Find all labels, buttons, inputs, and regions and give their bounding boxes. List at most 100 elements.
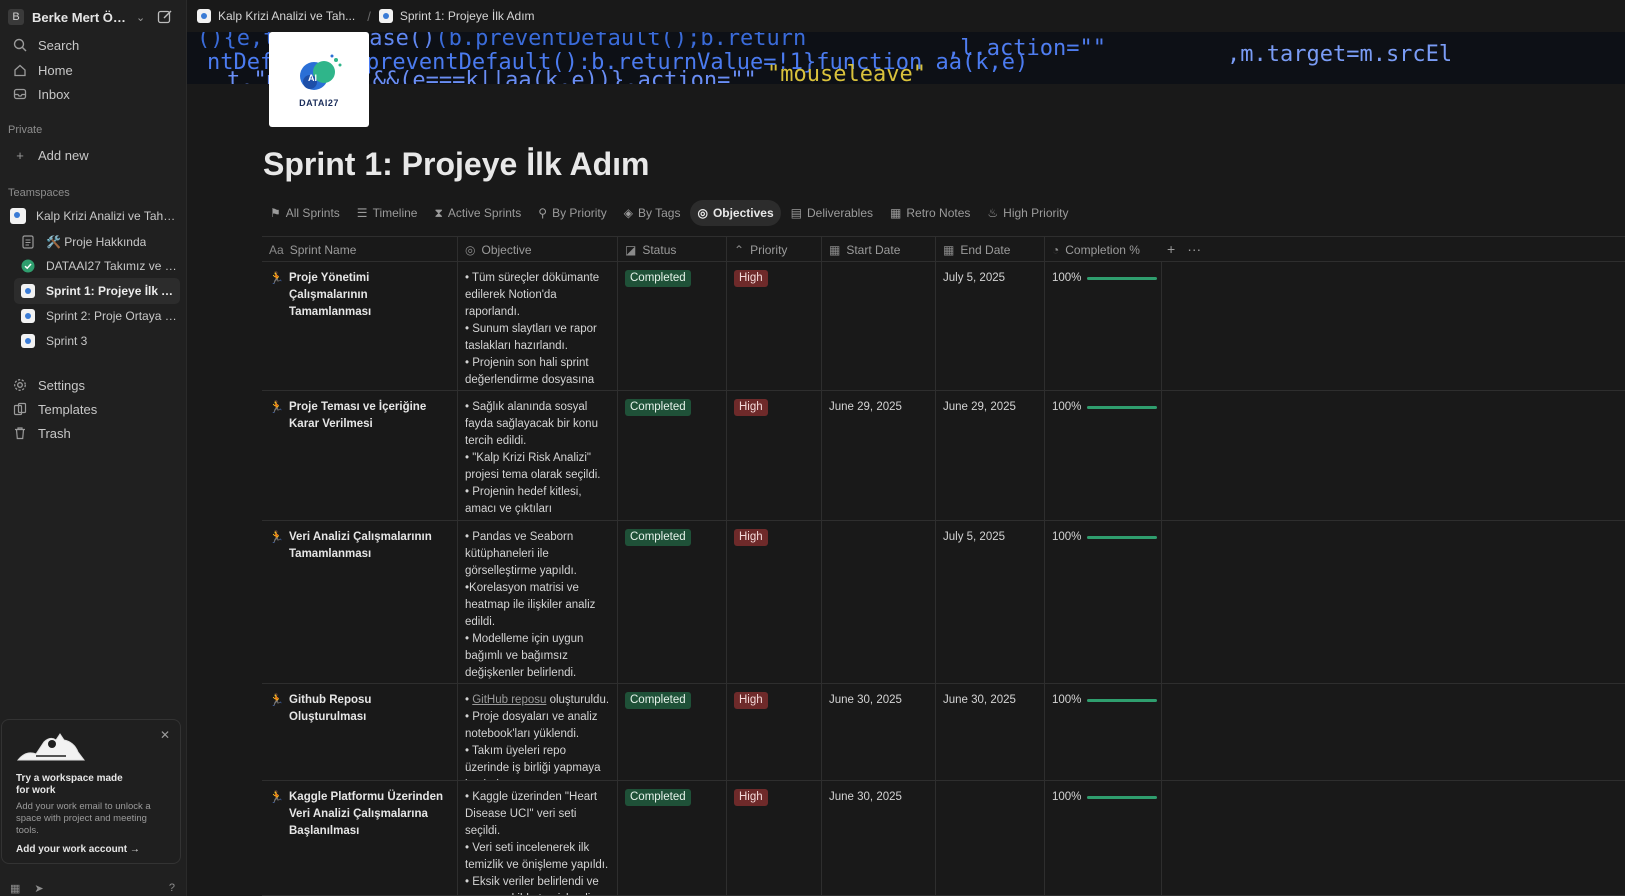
- objective-cell[interactable]: • GitHub reposu oluşturuldu. • Proje dos…: [458, 684, 618, 780]
- breadcrumb-parent[interactable]: Kalp Krizi Analizi ve Tah...: [197, 9, 355, 23]
- objective-cell[interactable]: • Sağlık alanında sosyal fayda sağlayaca…: [458, 391, 618, 520]
- end-date-cell[interactable]: July 5, 2025: [936, 521, 1045, 683]
- tab-by-priority[interactable]: ⚲ By Priority: [531, 200, 613, 226]
- sprint-name-cell[interactable]: 🏃 Veri Analizi Çalışmalarının Tamamlanmas…: [262, 521, 458, 683]
- completion-progress-fill: [1087, 277, 1158, 280]
- end-date-cell[interactable]: July 5, 2025: [936, 262, 1045, 390]
- tab-retro-notes[interactable]: ▦ Retro Notes: [883, 200, 977, 226]
- start-date-cell[interactable]: June 30, 2025: [822, 684, 936, 780]
- table-row[interactable]: 🏃 Kaggle Platformu Üzerinden Veri Analizi…: [262, 781, 1625, 896]
- workspace-switcher[interactable]: B Berke Mert Öztür... ⌄: [8, 6, 178, 28]
- chevron-down-icon[interactable]: ⌄: [136, 11, 145, 24]
- close-icon[interactable]: ✕: [160, 728, 170, 742]
- sprint-name-cell[interactable]: 🏃 Github Reposu Oluşturulması: [262, 684, 458, 780]
- column-label: Completion %: [1065, 242, 1140, 257]
- workspace-promo-card: ✕ Try a workspace made for work Add your…: [1, 719, 181, 864]
- page-icon-logo[interactable]: AI DATAI27: [269, 32, 369, 127]
- add-work-account-link[interactable]: Add your work account →: [16, 844, 140, 855]
- send-icon[interactable]: ➤: [34, 882, 43, 896]
- promo-illustration: [16, 733, 85, 761]
- add-new-button[interactable]: + Add new: [6, 142, 180, 168]
- workspace-name: Berke Mert Öztür...: [32, 9, 130, 25]
- sidebar-item-settings[interactable]: Settings: [6, 372, 180, 398]
- completion-cell[interactable]: 100%: [1045, 391, 1162, 520]
- sidebar-item-proje-hakkinda[interactable]: 🛠️ Proje Hakkında: [14, 229, 180, 255]
- status-cell[interactable]: Completed: [618, 684, 727, 780]
- column-header-end-date[interactable]: ▦ End Date: [936, 237, 1045, 262]
- table-row[interactable]: 🏃 Proje Yönetimi Çalışmalarının Tamamlanm…: [262, 262, 1625, 391]
- sidebar-item-home[interactable]: Home: [6, 57, 180, 83]
- sidebar-item-label: DATAAI27 Takımız ve Gör...: [46, 259, 180, 273]
- priority-cell[interactable]: High: [727, 391, 822, 520]
- start-date-cell[interactable]: [822, 262, 936, 390]
- column-header-start-date[interactable]: ▦ Start Date: [822, 237, 936, 262]
- objective-cell[interactable]: • Pandas ve Seaborn kütüphaneleri ile gö…: [458, 521, 618, 683]
- teamspaces-section-label: Teamspaces: [8, 187, 70, 199]
- priority-cell[interactable]: High: [727, 521, 822, 683]
- objective-cell[interactable]: • Tüm süreçler dökümante edilerek Notion…: [458, 262, 618, 390]
- start-date-cell[interactable]: [822, 521, 936, 683]
- objective-cell[interactable]: • Kaggle üzerinden "Heart Disease UCI" v…: [458, 781, 618, 895]
- column-header-status[interactable]: ◪ Status: [618, 237, 727, 262]
- completion-progress-bar: [1087, 536, 1158, 539]
- status-cell[interactable]: Completed: [618, 391, 727, 520]
- tab-active-sprints[interactable]: ⧗ Active Sprints: [427, 200, 528, 226]
- tab-objectives[interactable]: ◎ Objectives: [690, 200, 781, 226]
- table-row[interactable]: 🏃 Github Reposu Oluşturulması • GitHub rep…: [262, 684, 1625, 781]
- sidebar-item-takimimiz[interactable]: DATAAI27 Takımız ve Gör...: [14, 253, 180, 279]
- table-row[interactable]: 🏃 Veri Analizi Çalışmalarının Tamamlanmas…: [262, 521, 1625, 684]
- add-work-account-label: Add your work account: [16, 844, 128, 855]
- sidebar-item-inbox[interactable]: Inbox: [6, 81, 180, 107]
- column-header-completion[interactable]: ◔ Completion %: [1045, 237, 1162, 262]
- tab-label: By Tags: [637, 206, 681, 220]
- end-date: July 5, 2025: [943, 531, 1006, 543]
- github-repo-link[interactable]: GitHub reposu: [472, 694, 546, 706]
- table-row[interactable]: 🏃 Proje Teması ve İçeriğine Karar Verilme…: [262, 391, 1625, 521]
- tab-by-tags[interactable]: ◈ By Tags: [617, 200, 688, 226]
- end-date-cell[interactable]: June 30, 2025: [936, 684, 1045, 780]
- completion-cell[interactable]: 100%: [1045, 781, 1162, 895]
- add-property-icon[interactable]: +: [1167, 241, 1175, 257]
- column-header-priority[interactable]: ⌃ Priority: [727, 237, 822, 262]
- status-badge: Completed: [625, 399, 691, 416]
- completion-progress-bar: [1087, 406, 1158, 409]
- sidebar-item-search[interactable]: Search: [6, 32, 180, 58]
- tab-all-sprints[interactable]: ⚑ All Sprints: [263, 200, 347, 226]
- sprint-name-cell[interactable]: 🏃 Proje Yönetimi Çalışmalarının Tamamlanm…: [262, 262, 458, 390]
- sidebar-item-label: Trash: [38, 425, 71, 441]
- priority-cell[interactable]: High: [727, 262, 822, 390]
- sidebar-item-teamspace[interactable]: Kalp Krizi Analizi ve Tahmini: [4, 203, 178, 229]
- status-cell[interactable]: Completed: [618, 521, 727, 683]
- status-cell[interactable]: Completed: [618, 262, 727, 390]
- calendar-icon[interactable]: ▦: [10, 882, 20, 896]
- priority-cell[interactable]: High: [727, 684, 822, 780]
- sidebar-item-templates[interactable]: Templates: [6, 396, 180, 422]
- completion-cell[interactable]: 100%: [1045, 684, 1162, 780]
- compose-icon[interactable]: [157, 9, 173, 25]
- completion-cell[interactable]: 100%: [1045, 521, 1162, 683]
- start-date-cell[interactable]: June 29, 2025: [822, 391, 936, 520]
- priority-cell[interactable]: High: [727, 781, 822, 895]
- column-header-sprint-name[interactable]: Aa Sprint Name: [262, 237, 458, 262]
- start-date-cell[interactable]: June 30, 2025: [822, 781, 936, 895]
- tab-label: Objectives: [712, 206, 774, 220]
- sprint-name-cell[interactable]: 🏃 Proje Teması ve İçeriğine Karar Verilme…: [262, 391, 458, 520]
- sidebar-item-sprint-3[interactable]: Sprint 3: [14, 328, 180, 354]
- completion-cell[interactable]: 100%: [1045, 262, 1162, 390]
- sidebar-item-sprint-1[interactable]: Sprint 1: Projeye İlk Adım: [14, 278, 180, 304]
- sidebar-item-sprint-2[interactable]: Sprint 2: Proje Ortaya Çı...: [14, 303, 180, 329]
- tab-high-priority[interactable]: ♨ High Priority: [980, 200, 1075, 226]
- end-date-cell[interactable]: [936, 781, 1045, 895]
- sidebar-item-trash[interactable]: Trash: [6, 420, 180, 446]
- column-header-objective[interactable]: ◎ Objective: [458, 237, 618, 262]
- help-icon[interactable]: ?: [169, 882, 175, 896]
- more-options-icon[interactable]: ···: [1187, 241, 1201, 257]
- page-title[interactable]: Sprint 1: Projeye İlk Adım: [263, 146, 649, 183]
- sprint-name-cell[interactable]: 🏃 Kaggle Platformu Üzerinden Veri Analizi…: [262, 781, 458, 895]
- end-date-cell[interactable]: June 29, 2025: [936, 391, 1045, 520]
- sidebar-item-label: Home: [38, 62, 73, 78]
- tab-deliverables[interactable]: ▤ Deliverables: [784, 200, 880, 226]
- status-cell[interactable]: Completed: [618, 781, 727, 895]
- breadcrumb-current[interactable]: Sprint 1: Projeye İlk Adım: [378, 9, 535, 23]
- tab-timeline[interactable]: ☰ Timeline: [350, 200, 425, 226]
